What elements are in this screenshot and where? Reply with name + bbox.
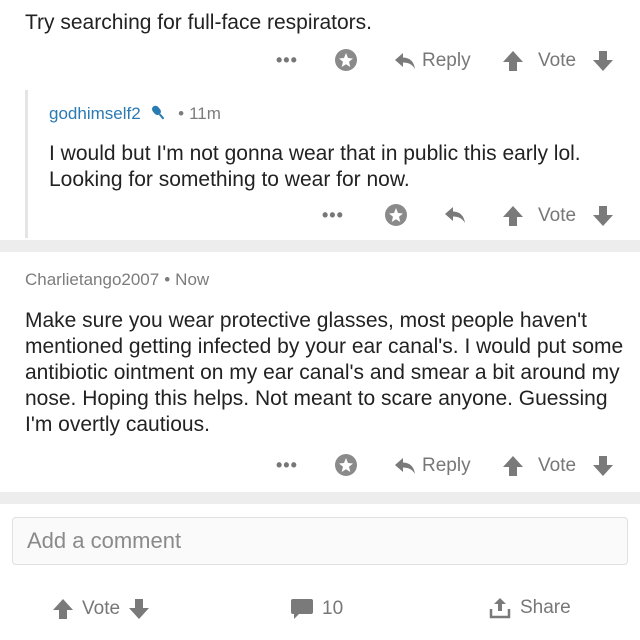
downvote-icon[interactable] — [592, 50, 614, 72]
post-vote-group: Vote — [52, 598, 150, 620]
reply-button[interactable]: Reply — [394, 50, 471, 72]
share-button[interactable]: Share — [488, 596, 571, 620]
comment-count: 10 — [322, 598, 344, 619]
thread-indent-bar — [25, 90, 28, 238]
comment-text: I would but I'm not gonna wear that in p… — [49, 142, 581, 191]
reply-label: Reply — [422, 50, 471, 71]
gild-icon[interactable] — [384, 203, 408, 227]
vote-label: Vote — [538, 205, 577, 226]
comment-meta: Charlietango2007 • Now — [25, 270, 209, 290]
upvote-icon[interactable] — [52, 598, 74, 620]
comment-bubble-icon — [291, 599, 313, 619]
comment-divider — [0, 240, 640, 252]
downvote-icon[interactable] — [128, 598, 150, 620]
gild-icon[interactable] — [334, 48, 358, 72]
meta-separator: • — [164, 270, 171, 289]
comment-author[interactable]: godhimself2 — [49, 104, 141, 123]
share-icon — [489, 598, 511, 619]
share-label: Share — [520, 597, 571, 618]
comment-text: Make sure you wear protective glasses, m… — [25, 309, 624, 436]
microphone-icon — [152, 105, 165, 120]
gild-icon[interactable] — [334, 453, 358, 477]
reply-button[interactable]: Reply — [394, 455, 471, 477]
add-comment-box[interactable] — [12, 517, 628, 565]
post-vote-label: Vote — [82, 598, 121, 619]
reply-arrow-icon[interactable] — [444, 206, 466, 224]
upvote-icon[interactable] — [502, 205, 524, 227]
upvote-icon[interactable] — [502, 455, 524, 477]
add-comment-input[interactable] — [27, 528, 627, 554]
reply-arrow-icon — [395, 458, 415, 474]
comments-button[interactable]: 10 — [290, 598, 343, 620]
upvote-icon[interactable] — [502, 50, 524, 72]
more-icon[interactable]: ••• — [276, 50, 298, 71]
meta-separator: • — [178, 104, 185, 123]
comment-time: Now — [175, 270, 210, 289]
more-icon[interactable]: ••• — [322, 205, 344, 226]
comment-text: Try searching for full-face respirators. — [25, 11, 373, 34]
comment-meta: godhimself2 • 11m — [49, 104, 221, 124]
downvote-icon[interactable] — [592, 455, 614, 477]
downvote-icon[interactable] — [592, 205, 614, 227]
post-footer-bar: Vote 10 Share — [0, 590, 640, 630]
vote-label: Vote — [538, 455, 577, 476]
comment-divider — [0, 492, 640, 504]
more-icon[interactable]: ••• — [276, 455, 298, 476]
comment-time: 11m — [189, 104, 221, 123]
reply-arrow-icon — [395, 53, 415, 69]
reply-label: Reply — [422, 455, 471, 476]
vote-label: Vote — [538, 50, 577, 71]
comment-author[interactable]: Charlietango2007 — [25, 270, 159, 289]
